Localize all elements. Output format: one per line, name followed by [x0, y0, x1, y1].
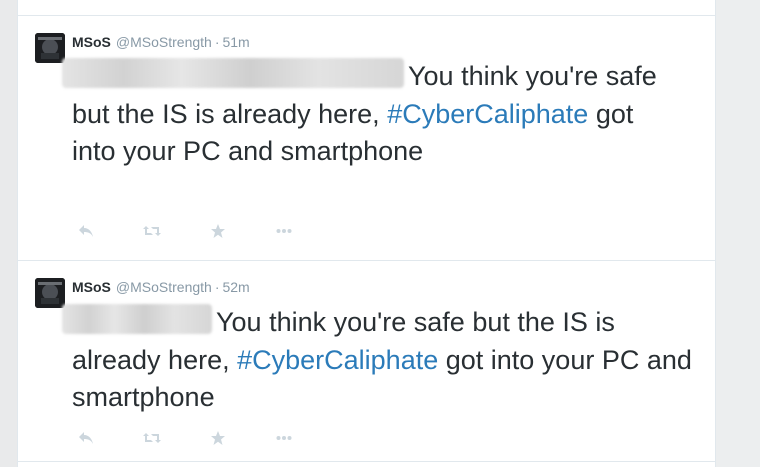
- favorite-icon[interactable]: [206, 221, 230, 241]
- avatar[interactable]: [35, 278, 65, 308]
- tweet-header: MSoS @MSoStrength · 52m: [72, 277, 250, 297]
- hashtag-link[interactable]: #CyberCaliphate: [387, 99, 588, 129]
- retweet-icon[interactable]: [140, 221, 164, 241]
- tweet-timestamp[interactable]: 51m: [222, 34, 249, 50]
- tweet-actions: [74, 221, 338, 241]
- tweet-text: You think you're safe but the IS is alre…: [62, 304, 692, 417]
- favorite-icon[interactable]: [206, 428, 230, 448]
- retweet-icon[interactable]: [140, 428, 164, 448]
- tweet[interactable]: MSoS @MSoStrength · 52m You think you're sa…: [18, 261, 715, 462]
- tweet[interactable]: MSoS @MSoStrength · 51m You think you're sa…: [18, 16, 715, 261]
- user-name[interactable]: MSoS: [72, 34, 111, 50]
- tweet-text: You think you're safe but the IS is alre…: [62, 58, 672, 171]
- separator-dot: ·: [214, 34, 220, 50]
- page-gutter: [714, 0, 760, 467]
- hashtag-link[interactable]: #CyberCaliphate: [237, 345, 438, 375]
- redacted-mentions: [62, 304, 212, 334]
- more-icon[interactable]: [272, 221, 296, 241]
- tweet-timestamp[interactable]: 52m: [222, 279, 249, 295]
- timeline: MSoS @MSoStrength · 51m You think you're sa…: [17, 0, 716, 467]
- reply-icon[interactable]: [74, 428, 98, 448]
- separator-dot: ·: [214, 279, 220, 295]
- user-handle[interactable]: @MSoStrength: [116, 34, 212, 50]
- tweet-actions: [74, 428, 338, 448]
- reply-icon[interactable]: [74, 221, 98, 241]
- avatar[interactable]: [35, 33, 65, 63]
- user-name[interactable]: MSoS: [72, 279, 111, 295]
- redacted-mentions: [62, 58, 404, 88]
- more-icon[interactable]: [272, 428, 296, 448]
- user-handle[interactable]: @MSoStrength: [116, 279, 212, 295]
- tweet-header: MSoS @MSoStrength · 51m: [72, 32, 250, 52]
